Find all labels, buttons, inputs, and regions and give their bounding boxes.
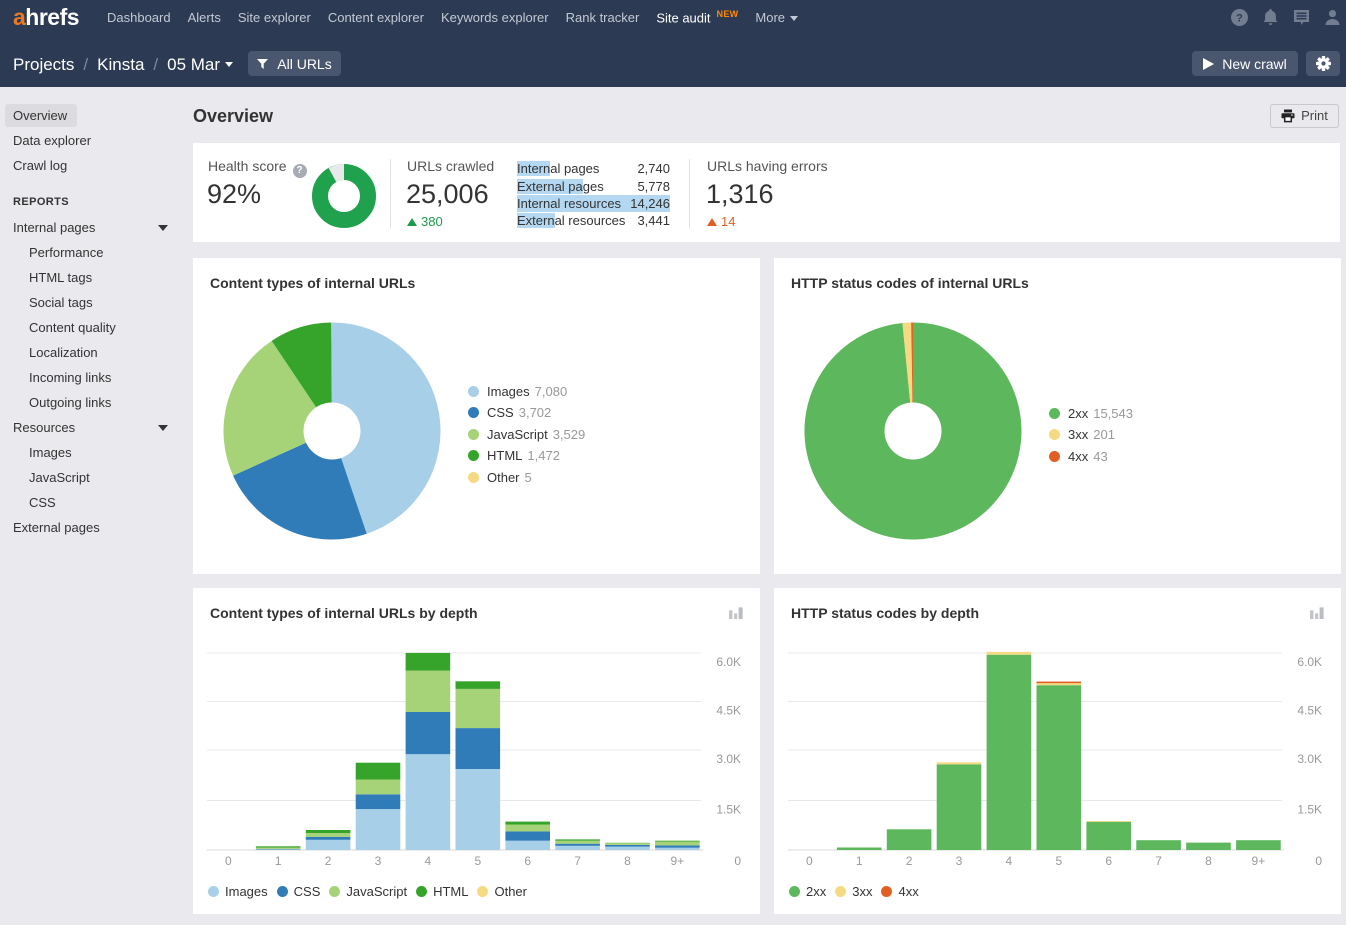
svg-text:6: 6 (1105, 854, 1112, 868)
svg-text:1.5K: 1.5K (1297, 803, 1322, 817)
svg-text:4.5K: 4.5K (716, 704, 741, 718)
svg-text:4.5K: 4.5K (1297, 704, 1322, 718)
svg-text:7: 7 (574, 854, 581, 868)
svg-text:1.5K: 1.5K (716, 803, 741, 817)
svg-text:8: 8 (1205, 854, 1212, 868)
svg-text:4: 4 (1006, 854, 1013, 868)
svg-text:4: 4 (425, 854, 432, 868)
svg-text:9+: 9+ (1252, 854, 1266, 868)
svg-text:3.0K: 3.0K (1297, 752, 1322, 766)
svg-text:?: ? (1236, 13, 1243, 25)
svg-text:3.0K: 3.0K (716, 752, 741, 766)
svg-text:9+: 9+ (671, 854, 685, 868)
svg-text:5: 5 (1055, 854, 1062, 868)
svg-text:0: 0 (734, 854, 741, 868)
svg-text:3: 3 (375, 854, 382, 868)
svg-text:6.0K: 6.0K (1297, 655, 1322, 669)
svg-text:0: 0 (1315, 854, 1322, 868)
svg-text:0: 0 (225, 854, 232, 868)
svg-text:5: 5 (474, 854, 481, 868)
svg-text:6.0K: 6.0K (716, 655, 741, 669)
svg-text:1: 1 (275, 854, 282, 868)
svg-text:8: 8 (624, 854, 631, 868)
svg-text:7: 7 (1155, 854, 1162, 868)
svg-text:6: 6 (524, 854, 531, 868)
svg-text:3: 3 (956, 854, 963, 868)
svg-text:2: 2 (906, 854, 913, 868)
svg-text:2: 2 (325, 854, 332, 868)
svg-text:0: 0 (806, 854, 813, 868)
svg-text:1: 1 (856, 854, 863, 868)
